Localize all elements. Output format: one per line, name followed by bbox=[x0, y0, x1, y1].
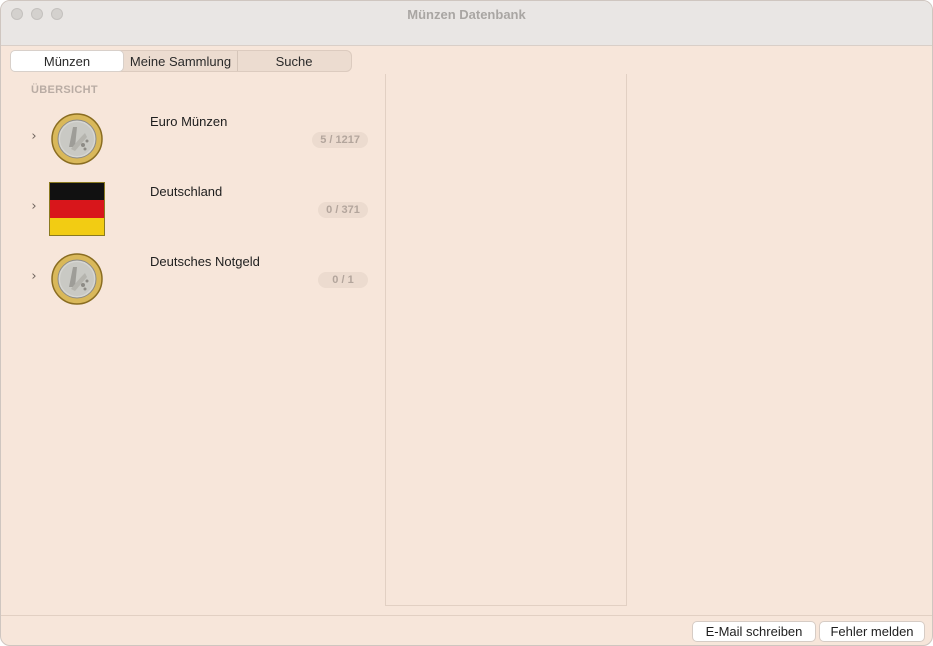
euro-coin-icon bbox=[51, 113, 103, 165]
report-bug-button[interactable]: Fehler melden bbox=[819, 621, 925, 642]
footer-bar: E-Mail schreiben Fehler melden bbox=[1, 615, 932, 645]
tab-bar: Münzen Meine Sammlung Suche bbox=[10, 50, 352, 72]
list-item-deutschland[interactable]: › Deutschland 0 / 371 bbox=[11, 174, 385, 244]
germany-flag-icon bbox=[49, 182, 105, 236]
count-badge: 5 / 1217 bbox=[312, 132, 368, 148]
pane-divider-bottom bbox=[386, 605, 627, 606]
chevron-right-icon[interactable]: › bbox=[27, 270, 41, 284]
window-title: Münzen Datenbank bbox=[407, 7, 526, 22]
category-list: ÜBERSICHT › Euro Münzen 5 / 1217 › Deuts… bbox=[11, 74, 385, 606]
tab-suche[interactable]: Suche bbox=[238, 51, 350, 71]
count-badge: 0 / 1 bbox=[318, 272, 368, 288]
title-bar: Münzen Datenbank bbox=[1, 1, 932, 46]
pane-divider[interactable] bbox=[385, 74, 386, 606]
list-item-label: Deutsches Notgeld bbox=[150, 254, 260, 269]
list-item-label: Deutschland bbox=[150, 184, 223, 199]
tab-muenzen[interactable]: Münzen bbox=[10, 50, 124, 72]
euro-coin-icon bbox=[51, 253, 103, 305]
section-header: ÜBERSICHT bbox=[31, 84, 98, 96]
list-item-euro-muenzen[interactable]: › Euro Münzen 5 / 1217 bbox=[11, 104, 385, 174]
pane-divider[interactable] bbox=[626, 74, 627, 606]
list-item-deutsches-notgeld[interactable]: › Deutsches Notgeld 0 / 1 bbox=[11, 244, 385, 314]
app-window: Münzen Datenbank Münzen Meine Sammlung S… bbox=[0, 0, 933, 646]
chevron-right-icon[interactable]: › bbox=[27, 130, 41, 144]
email-button[interactable]: E-Mail schreiben bbox=[692, 621, 816, 642]
chevron-right-icon[interactable]: › bbox=[27, 200, 41, 214]
list-item-label: Euro Münzen bbox=[150, 114, 228, 129]
tab-meine-sammlung[interactable]: Meine Sammlung bbox=[124, 51, 238, 71]
count-badge: 0 / 371 bbox=[318, 202, 368, 218]
